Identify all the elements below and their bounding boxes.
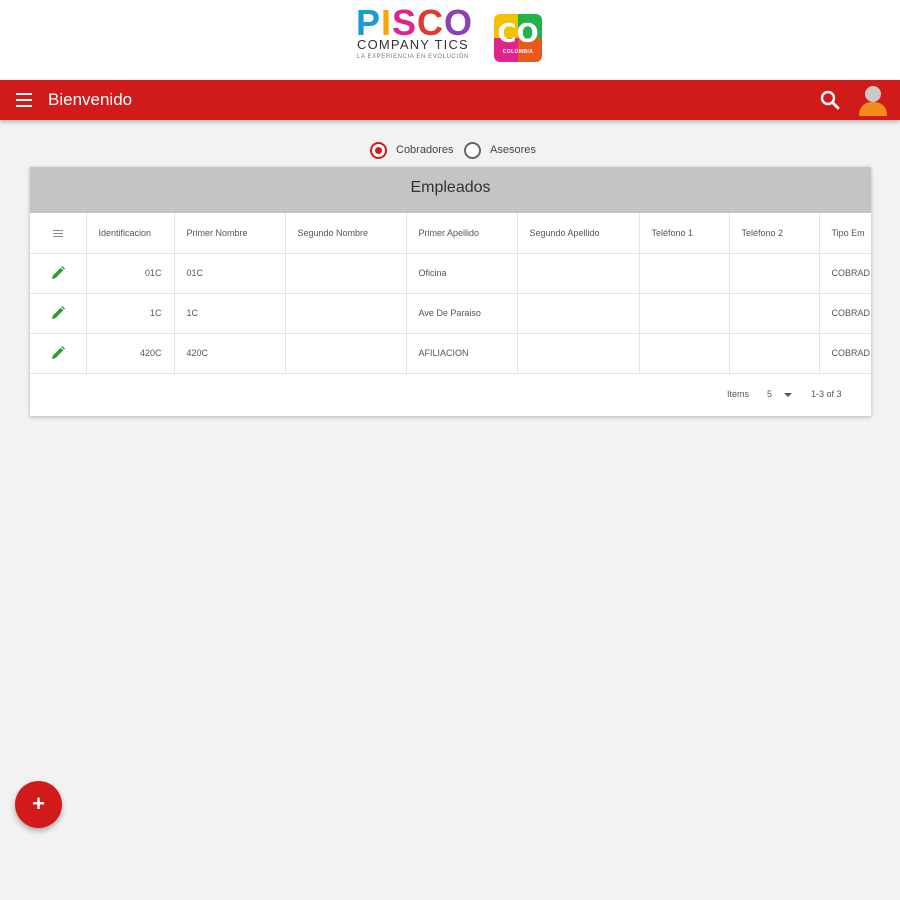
table-row: 420C 420C AFILIACION COBRAD bbox=[30, 333, 871, 374]
search-icon[interactable] bbox=[818, 88, 842, 112]
edit-pencil-icon[interactable] bbox=[50, 265, 66, 281]
cell-identificacion: 420C bbox=[86, 333, 175, 374]
cell-segundo-nombre bbox=[285, 253, 407, 294]
column-header[interactable]: Identificacion bbox=[86, 213, 175, 254]
cell-segundo-nombre bbox=[285, 333, 407, 374]
logo-letter: I bbox=[381, 2, 393, 43]
cell-primer-apellido: Ave De Paraiso bbox=[406, 293, 518, 334]
edit-button[interactable] bbox=[30, 253, 87, 294]
column-header[interactable]: Primer Nombre bbox=[174, 213, 286, 254]
table-row: 1C 1C Ave De Paraiso COBRAD bbox=[30, 293, 871, 334]
grid-pagination: Items 5 1-3 of 3 bbox=[30, 375, 871, 416]
logo-letter: O bbox=[444, 2, 474, 43]
cell-telefono-2 bbox=[729, 293, 820, 334]
logo-letter: P bbox=[356, 2, 382, 43]
column-header[interactable]: Segundo Nombre bbox=[285, 213, 407, 254]
items-label: Items bbox=[727, 389, 750, 399]
cell-segundo-apellido bbox=[517, 253, 640, 294]
chevron-down-icon[interactable] bbox=[784, 393, 792, 397]
column-header[interactable]: Teléfono 1 bbox=[639, 213, 730, 254]
column-header[interactable]: Tipo Em bbox=[819, 213, 871, 254]
column-header[interactable]: Primer Apellido bbox=[406, 213, 518, 254]
edit-button[interactable] bbox=[30, 293, 87, 334]
cell-identificacion: 01C bbox=[86, 253, 175, 294]
logo-subtitle: COMPANY TICS bbox=[357, 37, 469, 52]
cell-primer-nombre: 420C bbox=[174, 333, 286, 374]
edit-button[interactable] bbox=[30, 333, 87, 374]
employees-card: Empleados Identificacion Primer Nombre S… bbox=[30, 167, 871, 416]
pisco-logo: PISCO COMPANY TICS LA EXPERIENCIA EN EVO… bbox=[356, 2, 546, 66]
add-icon[interactable]: + bbox=[15, 792, 62, 816]
grid-menu-icon[interactable] bbox=[52, 229, 63, 237]
cell-primer-apellido: AFILIACION bbox=[406, 333, 518, 374]
edit-pencil-icon[interactable] bbox=[50, 345, 66, 361]
cell-segundo-apellido bbox=[517, 293, 640, 334]
employees-grid[interactable]: Identificacion Primer Nombre Segundo Nom… bbox=[30, 213, 871, 375]
employees-table: Identificacion Primer Nombre Segundo Nom… bbox=[30, 213, 871, 374]
brand-header: PISCO COMPANY TICS LA EXPERIENCIA EN EVO… bbox=[0, 0, 900, 80]
pagination-range: 1-3 of 3 bbox=[811, 389, 842, 399]
cell-telefono-1 bbox=[639, 253, 730, 294]
cell-telefono-2 bbox=[729, 333, 820, 374]
column-header[interactable]: Teléfono 2 bbox=[729, 213, 820, 254]
table-header-row: Identificacion Primer Nombre Segundo Nom… bbox=[30, 213, 871, 254]
column-header[interactable]: Segundo Apellido bbox=[517, 213, 640, 254]
add-employee-button[interactable]: + bbox=[15, 781, 62, 828]
card-header: Empleados bbox=[30, 167, 871, 213]
cell-primer-nombre: 01C bbox=[174, 253, 286, 294]
logo-word: PISCO bbox=[356, 2, 474, 43]
radio-circle[interactable] bbox=[370, 142, 387, 159]
logo-tagline: LA EXPERIENCIA EN EVOLUCIÓN bbox=[357, 54, 469, 60]
page-title: Bienvenido bbox=[48, 90, 133, 109]
cell-primer-apellido: Oficina bbox=[406, 253, 518, 294]
cell-telefono-1 bbox=[639, 333, 730, 374]
cell-segundo-apellido bbox=[517, 333, 640, 374]
cell-primer-nombre: 1C bbox=[174, 293, 286, 334]
cell-tipo-empleado: COBRAD bbox=[819, 293, 871, 334]
cell-identificacion: 1C bbox=[86, 293, 175, 334]
card-title: Empleados bbox=[410, 179, 491, 196]
table-row: 01C 01C Oficina COBRAD bbox=[30, 253, 871, 294]
edit-pencil-icon[interactable] bbox=[50, 305, 66, 321]
logo-letter: S bbox=[392, 2, 418, 43]
grid-menu-button[interactable] bbox=[30, 213, 87, 254]
radio-label: Asesores bbox=[490, 144, 536, 156]
badge-subtext: COLOMBIA bbox=[502, 49, 534, 55]
logo-letter: C bbox=[417, 2, 445, 43]
page-size-select[interactable]: 5 bbox=[767, 389, 772, 399]
user-avatar-icon[interactable] bbox=[858, 84, 888, 116]
cell-telefono-1 bbox=[639, 293, 730, 334]
radio-circle[interactable] bbox=[464, 142, 481, 159]
radio-label: Cobradores bbox=[396, 144, 454, 156]
badge-text: CO bbox=[497, 19, 539, 49]
cell-telefono-2 bbox=[729, 253, 820, 294]
cell-tipo-empleado: COBRAD bbox=[819, 253, 871, 294]
app-toolbar: Bienvenido bbox=[0, 80, 900, 120]
cell-segundo-nombre bbox=[285, 293, 407, 334]
colombia-badge: CO COLOMBIA bbox=[494, 14, 542, 62]
hamburger-menu-icon[interactable] bbox=[16, 93, 32, 107]
cell-tipo-empleado: COBRAD bbox=[819, 333, 871, 374]
